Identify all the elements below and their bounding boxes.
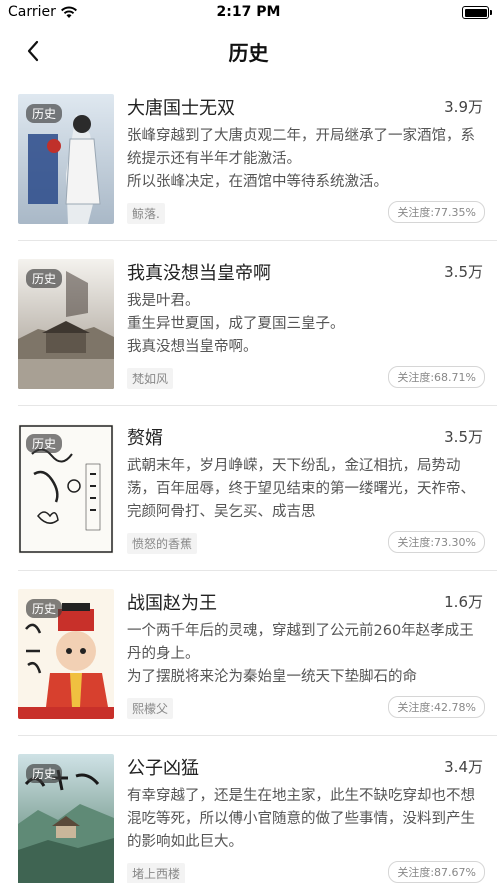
book-description: 有幸穿越了，还是生在地主家，此生不缺吃穿却也不想混吃等死，所以傅小官随意的做了些… xyxy=(127,788,475,850)
clock: 2:17 PM xyxy=(216,4,281,20)
category-tag: 历史 xyxy=(26,434,63,453)
book-cover: 历史 xyxy=(18,589,114,719)
book-row[interactable]: 历史 战国赵为王 1.6万 一个两千年后的灵魂，穿越到了公元前260年赵孝成王丹… xyxy=(0,571,497,736)
book-title: 赘婿 xyxy=(127,428,163,449)
author-name: 梵如风 xyxy=(127,368,174,389)
book-cover: 历史 xyxy=(18,424,114,554)
book-cover: 历史 xyxy=(18,259,114,389)
book-description: 我是叶君。 重生异世夏国，成了夏国三皇子。 我真没想当皇帝啊。 xyxy=(127,293,345,355)
status-bar: Carrier 2:17 PM xyxy=(0,0,497,26)
book-row[interactable]: 历史 大唐国士无双 3.9万 张峰穿越到了大唐贞观二年，开局继承了一家酒馆，系统… xyxy=(0,76,497,241)
attention-badge: 关注度:42.78% xyxy=(388,696,485,718)
book-row[interactable]: 历史 公子凶猛 3.4万 有幸穿越了，还是生在地主家，此生不缺吃穿却也不想混吃等… xyxy=(0,736,497,883)
author-name: 愤怒的香蕉 xyxy=(127,533,198,554)
book-row[interactable]: 历史 我真没想当皇帝啊 3.5万 我是叶君。 重生异世夏国，成了夏国三皇子。 我… xyxy=(0,241,497,406)
book-title: 战国赵为王 xyxy=(127,593,217,614)
read-count: 3.4万 xyxy=(444,758,483,776)
book-title: 大唐国士无双 xyxy=(127,98,235,119)
attention-badge: 关注度:73.30% xyxy=(388,531,485,553)
attention-badge: 关注度:68.71% xyxy=(388,366,485,388)
read-count: 3.5万 xyxy=(444,428,483,446)
book-description: 武朝末年，岁月峥嵘，天下纷乱，金辽相抗，局势动荡，百年屈辱，终于望见结束的第一缕… xyxy=(127,458,475,520)
book-row[interactable]: 历史 赘婿 3.5万 武朝末年，岁月峥嵘，天下纷乱，金辽相抗，局势动荡，百年屈辱… xyxy=(0,406,497,571)
read-count: 3.9万 xyxy=(444,98,483,116)
book-cover: 历史 xyxy=(18,94,114,224)
attention-badge: 关注度:77.35% xyxy=(388,201,485,223)
author-name: 鲸落. xyxy=(127,203,165,224)
category-tag: 历史 xyxy=(26,269,63,288)
book-description: 张峰穿越到了大唐贞观二年，开局继承了一家酒馆，系统提示还有半年才能激活。 所以张… xyxy=(127,128,475,190)
book-cover: 历史 xyxy=(18,754,114,883)
category-tag: 历史 xyxy=(26,764,63,783)
page-title: 历史 xyxy=(228,41,269,65)
read-count: 3.5万 xyxy=(444,263,483,281)
author-name: 熙檬父 xyxy=(127,698,174,719)
attention-badge: 关注度:87.67% xyxy=(388,861,485,883)
category-tag: 历史 xyxy=(26,104,63,123)
book-title: 公子凶猛 xyxy=(127,758,199,779)
author-name: 堵上西楼 xyxy=(127,863,186,883)
read-count: 1.6万 xyxy=(444,593,483,611)
category-tag: 历史 xyxy=(26,599,63,618)
book-title: 我真没想当皇帝啊 xyxy=(127,263,271,284)
nav-bar: 历史 xyxy=(0,26,497,76)
book-description: 一个两千年后的灵魂，穿越到了公元前260年赵孝成王丹的身上。 为了摆脱将来沦为秦… xyxy=(127,623,474,685)
battery-icon xyxy=(462,6,492,19)
